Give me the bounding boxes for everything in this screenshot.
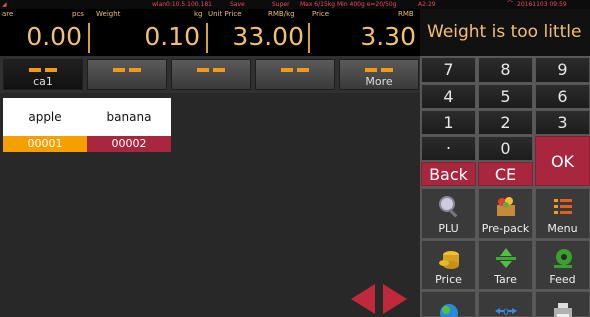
key-9[interactable]: 9	[535, 57, 590, 83]
price-segment: Price RMB 3.30	[312, 9, 420, 56]
magnifier-icon	[438, 196, 457, 218]
product-tile-banana[interactable]: banana 00002	[87, 98, 171, 154]
key-4[interactable]: 4	[421, 84, 476, 109]
weight-segment: Weight kg 0.10	[96, 9, 208, 56]
tab-3[interactable]	[171, 59, 251, 90]
zero-arrows-icon: 0	[494, 308, 517, 317]
keypad: 7 8 9 4 5 6 1 2 3 . 0 OK Back CE PLU Pre…	[420, 56, 590, 317]
key-6[interactable]: 6	[535, 84, 590, 109]
tab-ca1[interactable]: ca1	[3, 59, 83, 90]
category-tabs: ca1 More	[0, 56, 420, 93]
menu-list-icon	[553, 199, 572, 214]
price-unit: RMB	[398, 10, 414, 18]
package-icon	[496, 197, 515, 216]
page-arrows	[337, 272, 420, 317]
function-key-row4-3[interactable]	[535, 291, 590, 317]
network-address: wlan0:10.5.100.181	[152, 1, 212, 8]
pcs-label: pcs	[72, 10, 84, 18]
capacity-info: Max 6/15kg Min 400g e=20/50g	[300, 1, 397, 8]
tab-indicator	[113, 68, 141, 72]
feed-button[interactable]: Feed	[535, 240, 590, 290]
weight-unit: kg	[194, 10, 203, 18]
scale-display: are pcs 0.00 Weight kg 0.10 Unit Price R…	[0, 9, 420, 56]
prev-page-arrow-icon[interactable]	[351, 284, 375, 314]
product-name: apple	[3, 98, 87, 136]
tab-more[interactable]: More	[339, 59, 419, 90]
key-2[interactable]: 2	[478, 110, 533, 135]
tab-indicator	[281, 68, 309, 72]
product-code: 00002	[87, 136, 171, 152]
key-7[interactable]: 7	[421, 57, 476, 83]
key-0[interactable]: 0	[478, 136, 533, 161]
tare-label: Tare	[494, 273, 517, 286]
tab-indicator	[29, 68, 57, 72]
unit-price-value: 33.00	[232, 22, 304, 51]
ok-button[interactable]: OK	[535, 136, 590, 186]
product-name: banana	[87, 98, 171, 136]
weight-label: Weight	[96, 10, 121, 18]
price-label: Price	[312, 10, 330, 18]
prepack-label: Pre-pack	[481, 222, 530, 235]
unit-price-unit: RMB/kg	[268, 10, 295, 18]
wifi-icon: ⌒	[507, 1, 514, 8]
printer-icon	[553, 303, 572, 317]
function-key-row4-1[interactable]	[421, 291, 476, 317]
plu-button[interactable]: PLU	[421, 188, 476, 239]
tab-2[interactable]	[87, 59, 167, 90]
menu-button[interactable]: Menu	[535, 188, 590, 239]
key-1[interactable]: 1	[421, 110, 476, 135]
status-bar: ◢ wlan0:10.5.100.181 Save Super Max 6/15…	[0, 0, 590, 9]
unit-price-separator	[308, 23, 310, 53]
tab-label: More	[365, 75, 393, 88]
signal-icon: ◢	[2, 1, 7, 8]
key-5[interactable]: 5	[478, 84, 533, 109]
tab-indicator	[365, 68, 393, 72]
function-key-row4-2[interactable]: 0	[478, 291, 533, 317]
tab-4[interactable]	[255, 59, 335, 90]
svg-text:0: 0	[503, 308, 509, 317]
key-decimal[interactable]: .	[421, 136, 476, 161]
unit-price-segment: Unit Price RMB/kg 33.00	[208, 9, 312, 56]
price-button[interactable]: Price	[421, 240, 476, 290]
pos-scale-screen: { "status_bar": { "network": "wlan0:10.5…	[0, 0, 590, 317]
mode-indicator: Super	[272, 1, 290, 8]
unit-price-label: Unit Price	[208, 10, 242, 18]
prepack-button[interactable]: Pre-pack	[478, 188, 533, 239]
status-code: A2:29	[418, 1, 436, 8]
next-page-arrow-icon[interactable]	[383, 284, 407, 314]
tare-value: 0.00	[26, 22, 82, 51]
plu-label: PLU	[438, 222, 459, 235]
tare-label: are	[2, 10, 14, 18]
price-label: Price	[435, 273, 462, 286]
product-code: 00001	[3, 136, 87, 152]
date-time: 20161103 09:59	[517, 1, 567, 8]
menu-label: Menu	[547, 222, 578, 235]
tab-indicator	[197, 68, 225, 72]
clear-entry-button[interactable]: CE	[478, 162, 533, 186]
key-8[interactable]: 8	[478, 57, 533, 83]
message-box: Weight is too little	[420, 9, 590, 56]
feed-label: Feed	[549, 273, 576, 286]
save-indicator: Save	[230, 1, 245, 8]
price-value: 3.30	[360, 22, 416, 51]
weight-value: 0.10	[144, 22, 200, 51]
key-3[interactable]: 3	[535, 110, 590, 135]
coins-icon	[438, 251, 459, 269]
back-button[interactable]: Back	[421, 162, 476, 186]
tare-separator	[88, 23, 90, 53]
paper-roll-icon	[553, 249, 572, 268]
tare-segment: are pcs 0.00	[0, 9, 96, 56]
tab-label: ca1	[33, 75, 53, 88]
tare-button[interactable]: Tare	[478, 240, 533, 290]
globe-icon	[439, 304, 458, 317]
tare-arrows-icon	[495, 248, 516, 268]
product-tile-apple[interactable]: apple 00001	[3, 98, 87, 154]
